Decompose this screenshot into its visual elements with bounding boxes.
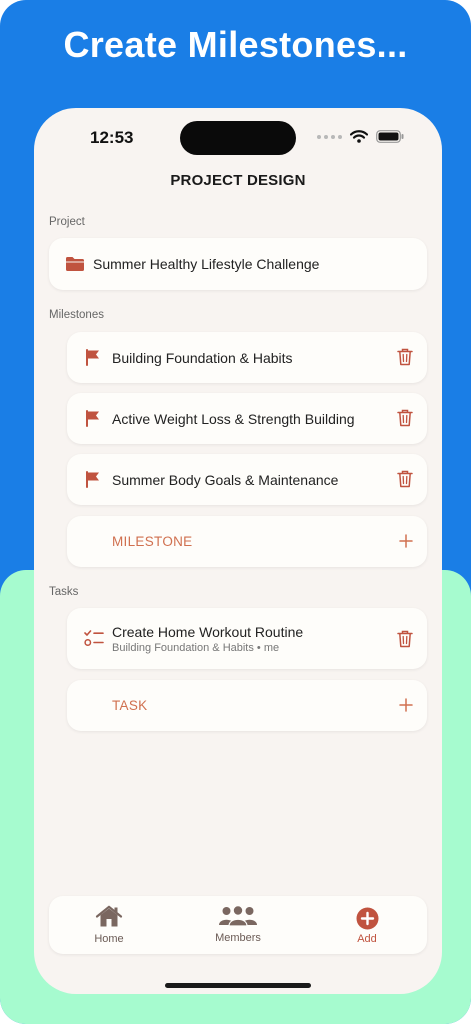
tasks-section-label: Tasks	[49, 586, 79, 598]
tab-members[interactable]: Members	[188, 896, 288, 954]
plus-icon	[399, 534, 413, 548]
milestone-item[interactable]: Summer Body Goals & Maintenance	[67, 454, 427, 505]
project-card[interactable]: Summer Healthy Lifestyle Challenge	[49, 238, 427, 290]
milestone-item[interactable]: Active Weight Loss & Strength Building	[67, 393, 427, 444]
task-label: Create Home Workout Routine	[112, 624, 304, 640]
project-section-label: Project	[49, 216, 85, 228]
trash-icon[interactable]	[397, 409, 413, 427]
flag-icon	[86, 471, 99, 488]
add-task-button[interactable]: TASK	[67, 680, 427, 731]
home-indicator	[165, 983, 311, 988]
status-icons	[317, 130, 404, 143]
task-subtitle: Building Foundation & Habits • me	[112, 642, 280, 654]
milestone-label: Active Weight Loss & Strength Building	[112, 411, 355, 427]
checklist-icon	[84, 630, 104, 646]
tab-home[interactable]: Home	[59, 896, 159, 954]
milestone-item[interactable]: Building Foundation & Habits	[67, 332, 427, 383]
tab-add[interactable]: Add	[317, 896, 417, 954]
add-milestone-label: MILESTONE	[112, 534, 193, 549]
milestone-label: Building Foundation & Habits	[112, 350, 293, 366]
people-icon	[219, 905, 257, 927]
trash-icon[interactable]	[397, 630, 413, 648]
tab-bar: Home Members Add	[49, 896, 427, 954]
dynamic-island	[180, 121, 296, 155]
task-item[interactable]: Create Home Workout Routine Building Fou…	[67, 608, 427, 669]
add-milestone-button[interactable]: MILESTONE	[67, 516, 427, 567]
battery-icon	[376, 130, 404, 143]
screen-title: PROJECT DESIGN	[170, 172, 306, 189]
flag-icon	[86, 349, 99, 366]
plus-icon	[399, 698, 413, 712]
signal-icon	[317, 134, 342, 139]
status-time: 12:53	[90, 128, 134, 147]
add-task-label: TASK	[112, 698, 148, 713]
phone-screen: 12:53 PROJECT DESIGN Project Summer Heal…	[34, 108, 442, 994]
milestone-label: Summer Body Goals & Maintenance	[112, 472, 339, 488]
trash-icon[interactable]	[397, 348, 413, 366]
tab-add-label: Add	[357, 933, 377, 945]
folder-icon	[66, 257, 84, 271]
tab-members-label: Members	[215, 932, 261, 944]
plus-circle-icon	[356, 907, 378, 930]
wifi-icon	[350, 130, 368, 143]
trash-icon[interactable]	[397, 470, 413, 488]
promo-headline: Create Milestones...	[63, 24, 408, 65]
flag-icon	[86, 410, 99, 427]
project-name: Summer Healthy Lifestyle Challenge	[93, 256, 320, 272]
milestones-section-label: Milestones	[49, 309, 104, 321]
tab-home-label: Home	[94, 933, 124, 945]
house-icon	[95, 905, 123, 927]
